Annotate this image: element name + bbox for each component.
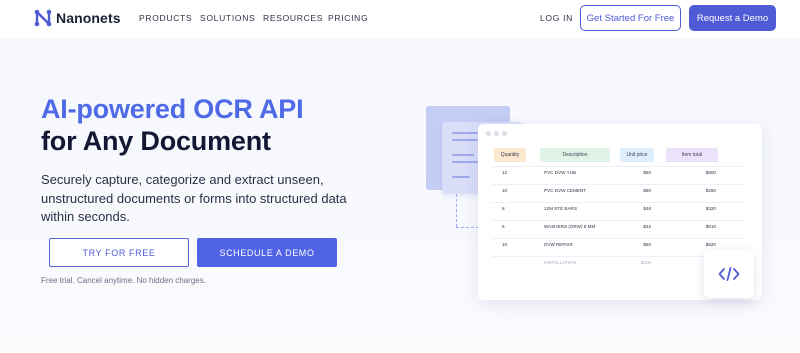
row-divider [492,202,746,203]
header-unit-price: Unit price [620,148,654,162]
nav-link-products[interactable]: PRODUCTS [139,13,192,23]
nav-link-solutions[interactable]: SOLUTIONS [200,13,255,23]
table-cell: $50 [643,242,651,247]
window-dot [502,131,507,136]
try-for-free-button[interactable]: TRY FOR FREE [49,238,189,267]
table-cell: 10 [502,188,508,193]
table-cell: INSTALLATION [544,260,576,265]
header-quantity: Quantity [494,148,526,162]
connector-dashed-line [456,194,457,227]
top-nav: Nanonets PRODUCTS SOLUTIONS RESOURCES PR… [0,0,800,38]
table-cell: 12 [502,170,508,175]
header-item-total: Item total [666,148,718,162]
header-description: Description [540,148,610,162]
table-cell: $48 [643,206,651,211]
row-divider [492,166,746,167]
ocr-illustration: Quantity Description Unit price Item tot… [420,100,780,310]
table-cell: $32 [643,224,651,229]
row-divider [492,220,746,221]
row-divider [492,184,746,185]
window-dot [486,131,491,136]
table-cell: 12M STE BARS [544,206,577,211]
code-button[interactable] [704,250,754,298]
table-cell: $610 [705,224,716,229]
request-demo-button[interactable]: Request a Demo [689,5,776,31]
table-cell: $250 [705,188,716,193]
table-cell: PVC DVW CEMENT [544,188,587,193]
brand-name: Nanonets [56,10,121,26]
hero-title-line2: for Any Document [41,126,271,156]
row-divider [492,238,746,239]
table-cell: $520 [705,242,716,247]
code-brackets-icon [718,267,740,281]
table-cell: $600 [705,170,716,175]
brand-logo[interactable]: Nanonets [33,8,121,28]
hero-subtitle: Securely capture, categorize and extract… [41,172,347,224]
hero-title-line1: AI-powered OCR API [41,94,304,124]
table-cell: $100 [640,260,651,265]
schedule-demo-button[interactable]: SCHEDULE A DEMO [197,238,337,267]
table-cell: 5 [502,224,505,229]
table-cell: DVW REPAIR [544,242,573,247]
nav-link-pricing[interactable]: PRICING [328,13,368,23]
window-dot [494,131,499,136]
nanonets-logo-icon [34,9,52,27]
nav-link-resources[interactable]: RESOURCES [263,13,323,23]
table-cell: PVC DVW YUB [544,170,577,175]
login-link[interactable]: LOG IN [540,13,573,23]
trial-note: Free trial. Cancel anytime. No hidden ch… [41,276,206,285]
table-cell: $60 [643,188,651,193]
table-cell: 10 [502,242,508,247]
table-cell: $320 [705,206,716,211]
table-cell: 8 [502,206,505,211]
get-started-button[interactable]: Get Started For Free [580,5,681,31]
table-cell: $50 [643,170,651,175]
table-cell: WASHERS (GRW) 5 MM [544,224,596,229]
